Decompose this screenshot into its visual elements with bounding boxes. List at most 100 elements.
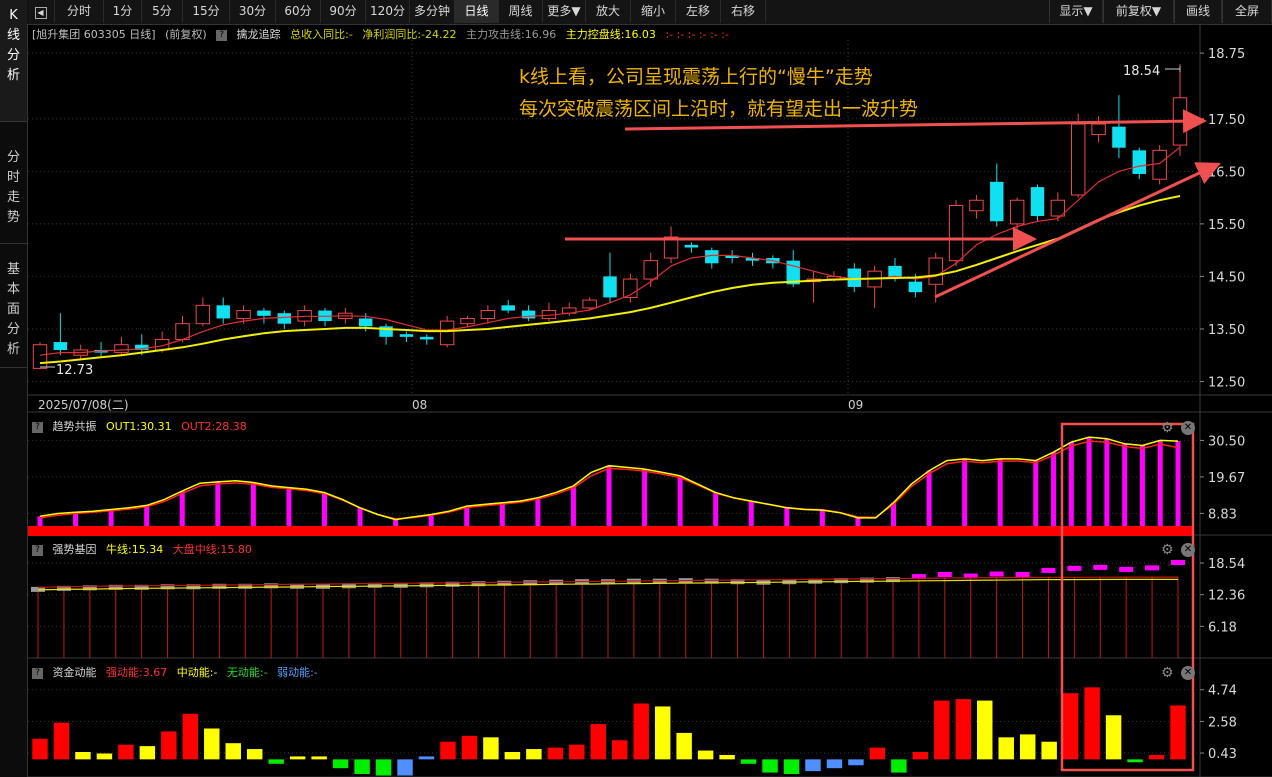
trend-bar (1068, 442, 1074, 526)
momentum-bar (1170, 705, 1186, 760)
trend-bar (962, 458, 968, 526)
momentum-bar (118, 744, 134, 760)
trend-bar (286, 487, 292, 526)
trend-bar (250, 482, 256, 526)
high-price-label: 18.54 (1123, 64, 1160, 79)
candle-body-down (1030, 187, 1045, 216)
momentum-bar (139, 746, 156, 760)
momentum-bar (246, 749, 263, 760)
momentum-bar (676, 732, 692, 760)
low-price-label: 12.73 (56, 363, 93, 378)
close-icon[interactable]: ✕ (1181, 421, 1195, 435)
trend-bar (1051, 452, 1057, 526)
trend-bar (642, 469, 648, 526)
trend-bar (1033, 460, 1039, 526)
momentum-bar (354, 759, 370, 775)
momentum-bar (590, 724, 606, 760)
price-tick-label: 14.50 (1208, 270, 1245, 285)
trend-bar (997, 458, 1003, 526)
trend-tick-label: 30.50 (1208, 434, 1245, 449)
price-tick-label: 18.75 (1208, 47, 1245, 62)
strong-block (937, 572, 952, 578)
money-weak: 弱动能:- (277, 666, 318, 679)
momentum-bar (805, 759, 821, 772)
annotation-overlay (565, 109, 1221, 772)
breakout-arrow-upper (624, 109, 1207, 134)
candle-body-up (969, 199, 984, 212)
help-icon[interactable]: ? (32, 421, 43, 433)
momentum-bar (762, 759, 778, 773)
momentum-bar (1148, 754, 1165, 760)
trend-bar (1175, 441, 1181, 526)
trend-legend: ? 趋势共振 OUT1:30.31 OUT2:28.38 (32, 419, 253, 435)
adjust-label: (前复权) (165, 28, 207, 41)
candle-body-up (948, 204, 964, 262)
date-label-start: 2025/07/08(二) (38, 398, 129, 412)
candle-body-down (705, 250, 719, 264)
strong-block (1093, 564, 1108, 570)
strong-block (989, 571, 1004, 577)
candle-body-up (1009, 199, 1025, 225)
money-momentum-chart[interactable] (32, 687, 1186, 776)
help-icon[interactable]: ? (32, 667, 43, 679)
momentum-bar (397, 759, 413, 776)
momentum-bar (440, 741, 456, 760)
help-icon[interactable]: ? (32, 544, 43, 556)
close-icon[interactable]: ✕ (1181, 666, 1195, 680)
trend-tick-label: 8.83 (1208, 507, 1237, 522)
momentum-bar (1019, 734, 1036, 760)
trend-tick-label: 19.67 (1208, 471, 1245, 486)
annotation-line-1: k线上看，公司呈现震荡上行的“慢牛”走势 (519, 66, 873, 88)
strong-gene-chart[interactable] (31, 560, 1185, 658)
money-indicator-name[interactable]: 资金动能 (53, 666, 97, 679)
trend-bar (535, 497, 541, 526)
gear-icon[interactable]: ⚙ (1161, 543, 1174, 557)
momentum-bar (75, 752, 91, 760)
trend-out2: OUT2:28.38 (181, 420, 247, 433)
trend-indicator-name[interactable]: 趋势共振 (53, 420, 97, 433)
money-legend: ? 资金动能 强动能:3.67 中动能:- 无动能:- 弱动能:- (32, 665, 324, 681)
close-icon[interactable]: ✕ (1181, 543, 1195, 557)
help-icon[interactable]: ? (216, 29, 228, 41)
trend-bar (1139, 445, 1145, 526)
strong-block (1119, 566, 1134, 572)
trend-bar (1157, 440, 1163, 526)
candle-body-down (53, 342, 68, 350)
main-legend: [旭升集团 603305 日线] (前复权) ? 擒龙追踪 总收入同比:- 净利… (32, 27, 735, 43)
strong-bull-line: 牛线:15.34 (106, 543, 164, 556)
candle-body-down (216, 305, 230, 319)
money-tick-label: 0.43 (1208, 747, 1237, 762)
candle-body-down (888, 265, 902, 277)
momentum-bar (547, 747, 564, 760)
candle-body-up (236, 310, 251, 319)
trend-bar (606, 465, 612, 526)
date-label-sep: 09 (848, 398, 864, 412)
candle-body-down (847, 268, 862, 287)
strong-block (1145, 565, 1160, 571)
candle-body-up (195, 304, 211, 325)
strong-block (1015, 572, 1030, 578)
trend-bar (1104, 438, 1110, 526)
money-tick-label: 4.74 (1208, 684, 1237, 699)
momentum-bar (955, 699, 972, 760)
gear-icon[interactable]: ⚙ (1161, 421, 1174, 435)
momentum-bar (418, 756, 435, 760)
price-tick-label: 17.50 (1208, 113, 1245, 128)
momentum-bar (654, 706, 671, 760)
trend-bar (322, 492, 327, 526)
trend-bar (819, 510, 825, 526)
trend-resonance-chart[interactable] (28, 436, 1192, 536)
candle-body-down (501, 305, 515, 311)
momentum-bar (53, 722, 70, 760)
strong-indicator-name[interactable]: 强势基因 (53, 543, 97, 556)
strong-block (1067, 565, 1082, 571)
momentum-bar (483, 737, 499, 760)
candle-body-down (990, 181, 1004, 222)
price-tick-label: 15.50 (1208, 218, 1245, 233)
candle-body-down (420, 336, 434, 340)
strong-tick-label: 12.36 (1208, 589, 1245, 604)
date-label-aug: 08 (412, 398, 428, 412)
attack-line (39, 146, 1181, 356)
gear-icon[interactable]: ⚙ (1161, 666, 1174, 680)
indicator-name[interactable]: 擒龙追踪 (237, 28, 281, 41)
